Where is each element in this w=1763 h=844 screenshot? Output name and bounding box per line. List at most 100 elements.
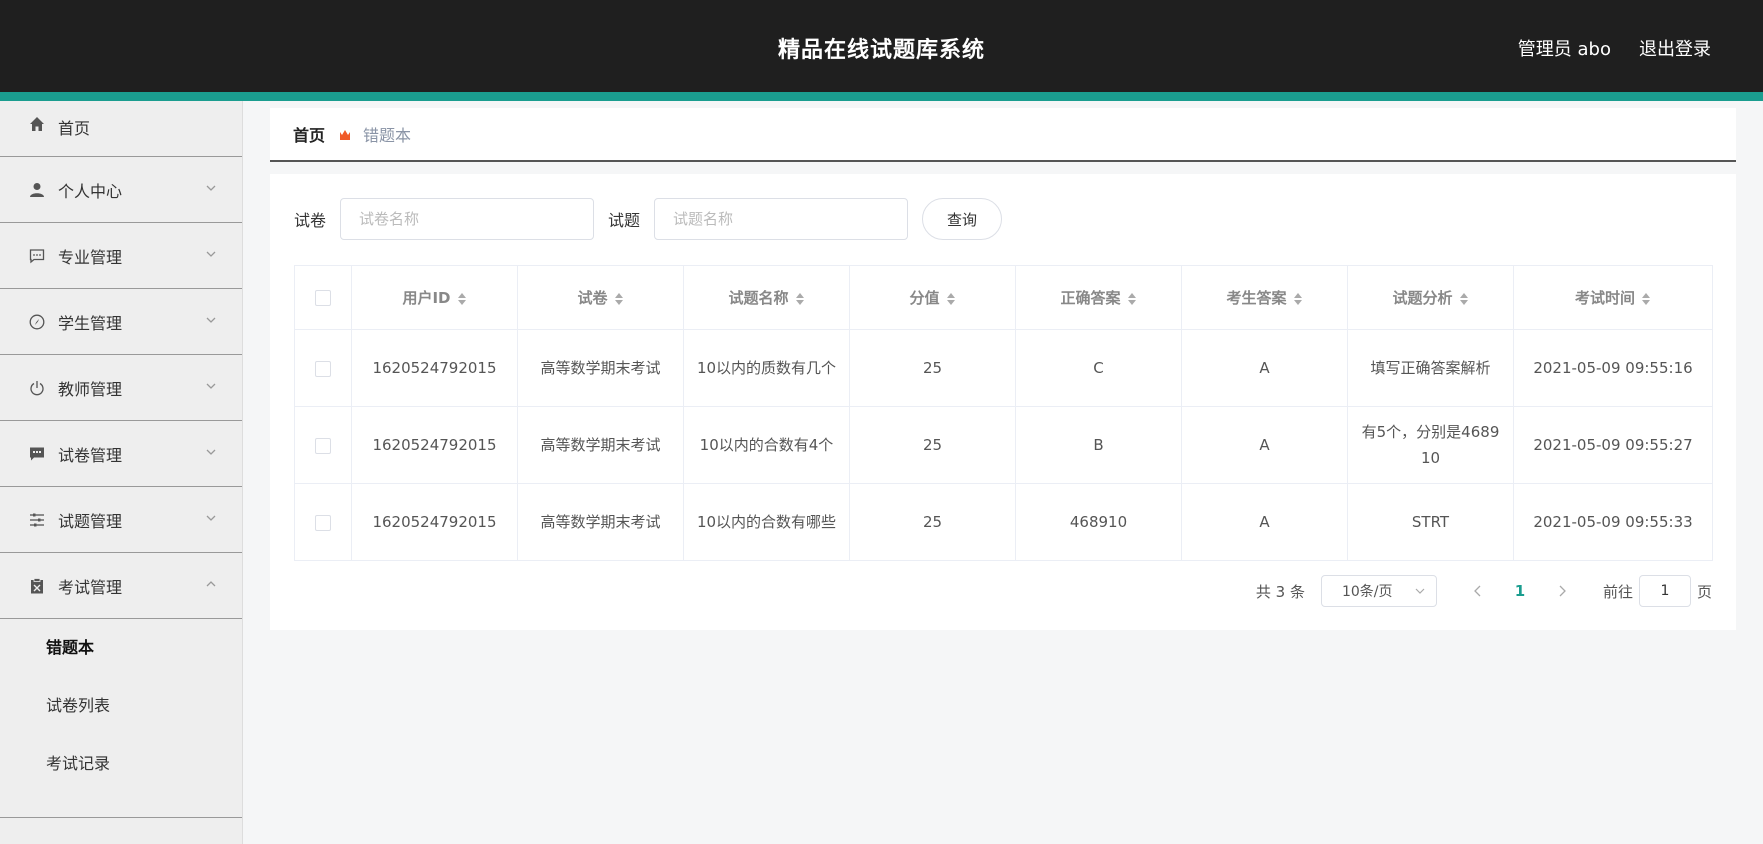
sidebar-item-paper-management[interactable]: 试卷管理 (0, 421, 242, 487)
table-cell: 有5个，分别是4689 10 (1347, 406, 1514, 484)
clipboard-icon (28, 577, 46, 595)
prev-page-button[interactable] (1463, 576, 1493, 606)
table-cell: A (1181, 483, 1348, 561)
sidebar-item-label: 学生管理 (58, 313, 123, 333)
page-number-current[interactable]: 1 (1505, 582, 1535, 600)
sidebar-item-home[interactable]: 首页 (0, 101, 242, 157)
header-accent-bar (0, 92, 1763, 101)
row-checkbox-cell (294, 406, 352, 484)
page-size-select[interactable]: 10条/页 (1320, 575, 1437, 607)
column-header[interactable]: 分值 (849, 265, 1016, 330)
sidebar-item-label: 首页 (58, 119, 91, 138)
table-cell: 468910 (1015, 483, 1182, 561)
chevron-up-icon (206, 581, 216, 587)
breadcrumb: 首页 错题本 (270, 108, 1736, 162)
table-header-row: 用户ID 试卷 试题名称 分值 正确答案 考生答案 试题分析 考试时间 (294, 265, 1713, 330)
sidebar-item-label: 个人中心 (58, 181, 123, 201)
home-icon (28, 115, 46, 133)
column-header-label: 试卷 (577, 289, 608, 307)
page-suffix: 页 (1696, 582, 1712, 601)
question-label: 试题 (608, 211, 641, 230)
pagination: 共 3 条 10条/页 1 前往 页 (1256, 575, 1712, 607)
sort-icon (795, 292, 804, 305)
row-checkbox-cell (294, 483, 352, 561)
row-checkbox[interactable] (315, 437, 331, 454)
chevron-right-icon (1559, 585, 1566, 597)
goto-page-input[interactable] (1638, 575, 1691, 607)
table-cell: 高等数学期末考试 (517, 329, 684, 407)
column-header[interactable]: 试题名称 (683, 265, 850, 330)
header-checkbox-cell (294, 265, 352, 330)
table-cell: 高等数学期末考试 (517, 483, 684, 561)
paper-name-input[interactable] (340, 198, 595, 240)
sidebar: 首页 个人中心 专业管理 学生管理 教师管理 试卷管理 试题管理 考试管理 错题… (0, 101, 243, 844)
table-cell: 10以内的合数有4个 (683, 406, 850, 484)
sort-icon (1459, 292, 1468, 305)
column-header[interactable]: 试卷 (517, 265, 684, 330)
submenu-item-paper-list[interactable]: 试卷列表 (0, 691, 242, 749)
column-header[interactable]: 考试时间 (1513, 265, 1713, 330)
table-cell: A (1181, 329, 1348, 407)
table-cell: A (1181, 406, 1348, 484)
wrong-questions-table: 用户ID 试卷 试题名称 分值 正确答案 考生答案 试题分析 考试时间 1620… (294, 265, 1713, 561)
sidebar-item-question-management[interactable]: 试题管理 (0, 487, 242, 553)
sidebar-item-exam-management[interactable]: 考试管理 (0, 553, 242, 619)
chevron-down-icon (206, 449, 216, 455)
column-header[interactable]: 用户ID (351, 265, 518, 330)
sidebar-item-personal-center[interactable]: 个人中心 (0, 157, 242, 223)
message-icon (28, 445, 46, 463)
next-page-button[interactable] (1547, 576, 1577, 606)
column-header-label: 用户ID (402, 289, 451, 307)
paper-label: 试卷 (294, 211, 327, 230)
column-header-label: 考试时间 (1574, 289, 1635, 307)
column-header-label: 试题分析 (1392, 289, 1453, 307)
row-checkbox[interactable] (315, 514, 331, 531)
table-cell: 高等数学期末考试 (517, 406, 684, 484)
sidebar-item-student-management[interactable]: 学生管理 (0, 289, 242, 355)
column-header[interactable]: 试题分析 (1347, 265, 1514, 330)
select-all-checkbox[interactable] (315, 290, 331, 306)
table-cell: 25 (849, 483, 1016, 561)
question-name-input[interactable] (654, 198, 909, 240)
query-button[interactable]: 查询 (922, 198, 1003, 240)
column-header[interactable]: 考生答案 (1181, 265, 1348, 330)
chevron-down-icon (206, 383, 216, 389)
row-checkbox[interactable] (315, 360, 331, 377)
user-label[interactable]: 管理员 abo (1518, 35, 1611, 61)
sort-icon (946, 292, 955, 305)
sidebar-item-label: 专业管理 (58, 247, 123, 267)
column-header-label: 考生答案 (1226, 289, 1287, 307)
app-title: 精品在线试题库系统 (777, 38, 985, 63)
pagination-total: 共 3 条 (1255, 582, 1305, 601)
chevron-down-icon (206, 251, 216, 257)
sidebar-item-label: 试题管理 (58, 511, 123, 531)
sidebar-item-teacher-management[interactable]: 教师管理 (0, 355, 242, 421)
sort-icon (1127, 292, 1136, 305)
flower-icon (337, 126, 353, 142)
chevron-down-icon (206, 515, 216, 521)
chevron-down-icon (206, 185, 216, 191)
chevron-down-icon (206, 317, 216, 323)
submenu-item-wrong-questions[interactable]: 错题本 (0, 633, 242, 691)
column-header-label: 分值 (909, 289, 940, 307)
logout-button[interactable]: 退出登录 (1639, 35, 1711, 61)
table-cell: STRT (1347, 483, 1514, 561)
table-cell: 1620524792015 (351, 329, 518, 407)
submenu-item-exam-records[interactable]: 考试记录 (0, 749, 242, 807)
sort-icon (457, 292, 466, 305)
column-header-label: 正确答案 (1060, 289, 1121, 307)
goto-label: 前往 (1602, 582, 1633, 601)
sidebar-item-major-management[interactable]: 专业管理 (0, 223, 242, 289)
breadcrumb-home[interactable]: 首页 (293, 122, 325, 146)
main-panel: 试卷 试题 查询 用户ID 试卷 试题名称 分值 正确答案 考生答案 试题分析 … (270, 174, 1736, 630)
sidebar-item-label: 考试管理 (58, 577, 123, 597)
chevron-left-icon (1474, 585, 1481, 597)
table-cell: 填写正确答案解析 (1347, 329, 1514, 407)
column-header[interactable]: 正确答案 (1015, 265, 1182, 330)
table-cell: 25 (849, 329, 1016, 407)
table-cell: 1620524792015 (351, 483, 518, 561)
table-cell: 25 (849, 406, 1016, 484)
power-icon (28, 379, 46, 397)
compass-icon (28, 313, 46, 331)
table-row: 1620524792015 高等数学期末考试 10以内的合数有4个 25 B A… (294, 406, 1713, 484)
